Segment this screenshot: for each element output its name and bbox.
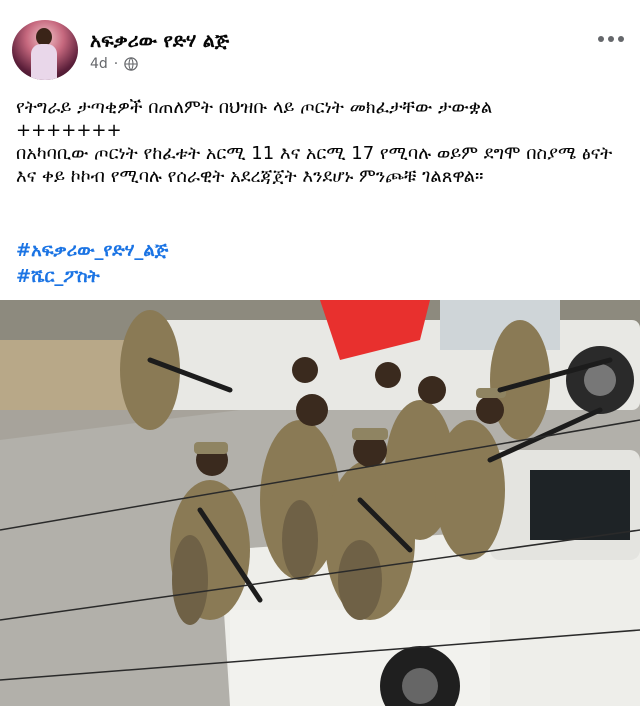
globe-icon bbox=[124, 57, 138, 71]
hashtag-link[interactable]: #ሼር_ፖስት bbox=[16, 264, 168, 290]
author-name[interactable]: አፍቃሪው የድሃ ልጅ bbox=[90, 30, 229, 52]
hashtags: #አፍቃሪው_የድሃ_ልጅ #ሼር_ፖስት bbox=[16, 238, 168, 290]
avatar-figure-body bbox=[31, 44, 57, 80]
post-text-line: በአካባቢው ጦርነት የከፈቱት አርሚ 11 እና አርሚ 17 የሚባሉ … bbox=[16, 143, 613, 187]
post-text-line: +++++++ bbox=[16, 120, 122, 141]
more-options-icon[interactable] bbox=[598, 32, 628, 46]
post-meta: 4d · bbox=[90, 56, 138, 72]
avatar[interactable] bbox=[12, 20, 78, 80]
post-header: አፍቃሪው የድሃ ልጅ 4d · bbox=[12, 20, 628, 80]
post-photo[interactable] bbox=[0, 300, 640, 706]
hashtag-link[interactable]: #አፍቃሪው_የድሃ_ልጅ bbox=[16, 238, 168, 264]
meta-separator: · bbox=[113, 56, 119, 72]
photo-illustration bbox=[0, 300, 640, 706]
post-time[interactable]: 4d bbox=[90, 56, 108, 72]
post-text: የትግራይ ታጣቂዎች በጠለምት በህዝቡ ላይ ጦርነት መክፈታቸው ታው… bbox=[16, 96, 628, 188]
post-text-line: የትግራይ ታጣቂዎች በጠለምት በህዝቡ ላይ ጦርነት መክፈታቸው ታው… bbox=[16, 97, 493, 118]
